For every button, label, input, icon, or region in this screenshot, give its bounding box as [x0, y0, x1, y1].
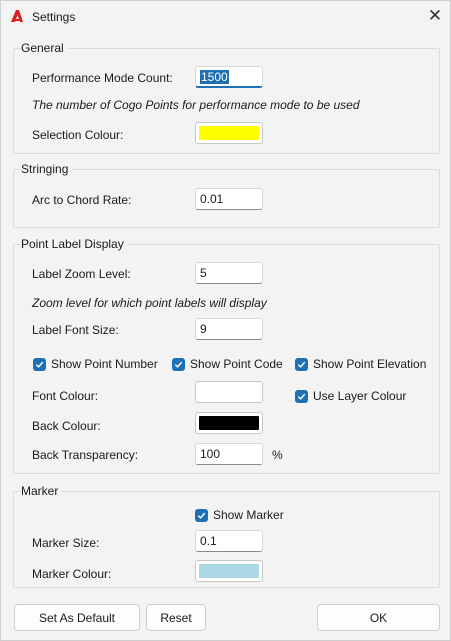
stringing-title: Stringing [21, 162, 73, 176]
font-colour-swatch[interactable] [195, 381, 263, 403]
performance-mode-input[interactable]: 1500 [195, 66, 263, 88]
ok-button[interactable]: OK [317, 604, 440, 631]
selection-colour-fill [199, 126, 259, 140]
percent-unit: % [272, 448, 283, 462]
label-font-size-input[interactable]: 9 [195, 318, 263, 340]
marker-size-input[interactable]: 0.1 [195, 530, 263, 552]
back-colour-label: Back Colour: [32, 419, 101, 433]
marker-colour-swatch[interactable] [195, 560, 263, 582]
marker-title: Marker [21, 484, 63, 498]
autocad-a-icon [11, 10, 23, 22]
back-colour-fill [199, 416, 259, 430]
checkmark-icon [295, 357, 308, 371]
font-colour-label: Font Colour: [32, 389, 99, 403]
title-bar[interactable]: Settings ✕ [1, 1, 450, 32]
use-layer-colour-checkbox[interactable]: Use Layer Colour [295, 389, 406, 403]
close-icon[interactable]: ✕ [421, 3, 449, 29]
back-transparency-input[interactable]: 100 [195, 443, 263, 465]
performance-mode-label: Performance Mode Count: [32, 71, 173, 85]
general-title: General [21, 41, 68, 55]
show-point-elevation-label: Show Point Elevation [313, 357, 427, 371]
back-colour-swatch[interactable] [195, 412, 263, 434]
show-point-number-label: Show Point Number [51, 357, 158, 371]
show-point-elevation-checkbox[interactable]: Show Point Elevation [295, 357, 426, 371]
reset-button[interactable]: Reset [146, 604, 206, 631]
marker-colour-fill [199, 564, 259, 578]
settings-window: Settings ✕ General Performance Mode Coun… [0, 0, 451, 641]
show-marker-checkbox[interactable]: Show Marker [195, 508, 284, 522]
checkmark-icon [295, 389, 308, 403]
set-as-default-button[interactable]: Set As Default [14, 604, 140, 631]
selection-colour-label: Selection Colour: [32, 128, 124, 142]
checkmark-icon [172, 357, 185, 371]
marker-colour-label: Marker Colour: [32, 567, 112, 581]
checkmark-icon [195, 508, 208, 522]
selection-colour-swatch[interactable] [195, 122, 263, 144]
label-font-size-label: Label Font Size: [32, 323, 119, 337]
font-colour-fill [199, 385, 259, 399]
performance-mode-value: 1500 [200, 70, 229, 84]
performance-mode-hint: The number of Cogo Points for performanc… [32, 98, 360, 112]
window-title: Settings [32, 10, 76, 24]
arc-chord-label: Arc to Chord Rate: [32, 193, 132, 207]
label-zoom-hint: Zoom level for which point labels will d… [32, 296, 267, 310]
back-transparency-label: Back Transparency: [32, 448, 139, 462]
use-layer-colour-label: Use Layer Colour [313, 389, 407, 403]
point-label-title: Point Label Display [21, 237, 128, 251]
show-point-code-checkbox[interactable]: Show Point Code [172, 357, 283, 371]
label-zoom-input[interactable]: 5 [195, 262, 263, 284]
marker-size-label: Marker Size: [32, 536, 100, 550]
show-point-number-checkbox[interactable]: Show Point Number [33, 357, 158, 371]
show-marker-label: Show Marker [213, 508, 284, 522]
checkmark-icon [33, 357, 46, 371]
show-point-code-label: Show Point Code [190, 357, 283, 371]
arc-chord-input[interactable]: 0.01 [195, 188, 263, 210]
label-zoom-label: Label Zoom Level: [32, 267, 131, 281]
